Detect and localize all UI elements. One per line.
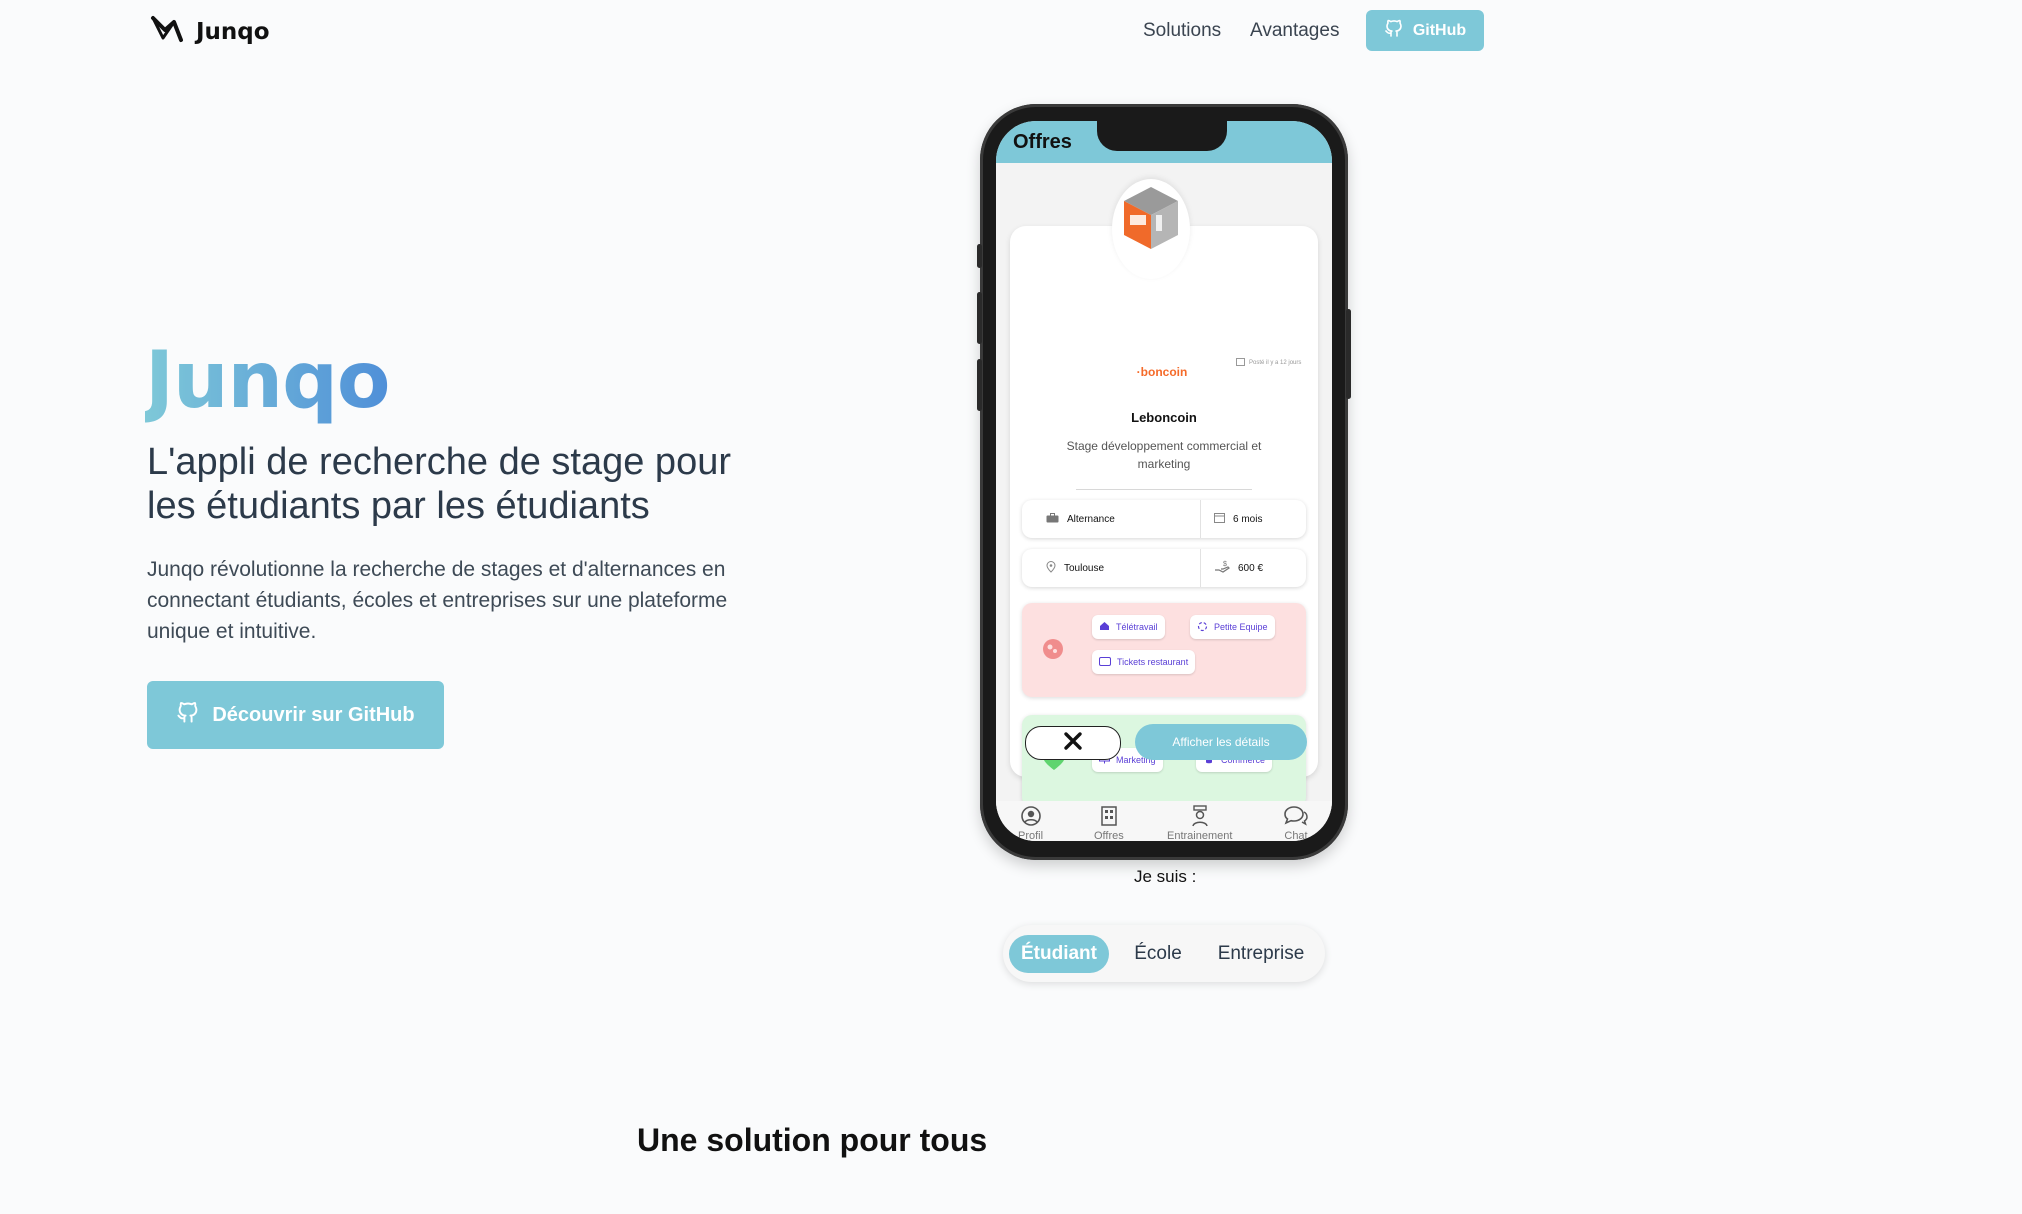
option-etudiant[interactable]: Étudiant <box>1009 935 1109 973</box>
show-details-button[interactable]: Afficher les détails <box>1135 724 1307 760</box>
option-entreprise[interactable]: Entreprise <box>1207 935 1315 973</box>
perk-label: Tickets restaurant <box>1117 657 1189 667</box>
tab-profil[interactable]: Profil <box>1018 805 1043 841</box>
perk-chip: Petite Equipe <box>1190 615 1275 639</box>
discover-github-button[interactable]: Découvrir sur GitHub <box>147 681 444 749</box>
ticket-icon <box>1099 656 1111 668</box>
phone-side-button <box>977 244 982 268</box>
tab-entrainement[interactable]: Entrainement <box>1167 805 1232 841</box>
phone-side-button <box>977 359 982 411</box>
location: Toulouse <box>1064 562 1105 574</box>
phone-side-button <box>1346 309 1351 399</box>
divider <box>1200 549 1201 587</box>
perk-label: Télétravail <box>1116 622 1158 632</box>
perks-box: Télétravail Petite Equipe Tickets restau… <box>1022 603 1306 697</box>
home-icon <box>1099 621 1110 633</box>
job-title: Stage développement commercial et market… <box>1066 439 1262 471</box>
hero-description: Junqo révolutionne la recherche de stage… <box>147 558 728 643</box>
team-icon <box>1197 621 1208 634</box>
calendar-icon <box>1236 357 1245 368</box>
nav-link-solutions[interactable]: Solutions <box>1143 20 1221 42</box>
location-salary-row: Toulouse $ 600 € <box>1022 549 1306 587</box>
phone-screen: Offres ·boncoin Posté il y a 12 jours Le… <box>996 121 1332 841</box>
briefcase-icon <box>1046 512 1059 526</box>
user-type-label: Je suis : <box>1134 867 1197 886</box>
perk-label: Petite Equipe <box>1214 622 1268 632</box>
close-icon <box>1063 731 1083 756</box>
posted-text: Posté il y a 12 jours <box>1249 359 1302 366</box>
salary: 600 € <box>1238 562 1264 574</box>
phone-side-button <box>977 292 982 344</box>
junqo-logo-icon <box>150 14 184 49</box>
bottom-tab-bar: Profil Offres Entrainement Chat <box>996 801 1332 841</box>
github-icon <box>1384 18 1404 43</box>
svg-text:$: $ <box>1223 561 1227 568</box>
top-navbar: Junqo Solutions Avantages GitHub <box>0 0 2022 64</box>
section-title: Une solution pour tous <box>637 1122 988 1158</box>
building-icon <box>1098 805 1120 830</box>
nav-link-avantages[interactable]: Avantages <box>1250 20 1339 42</box>
option-ecole[interactable]: École <box>1123 935 1193 973</box>
logo-wordmark: ·boncoin <box>1136 365 1188 379</box>
calendar-icon <box>1214 512 1225 526</box>
tab-label: Entrainement <box>1167 830 1233 841</box>
chat-bubbles-icon <box>1283 805 1309 830</box>
duration: 6 mois <box>1233 513 1263 525</box>
contract-type: Alternance <box>1067 513 1115 525</box>
posted-date: Posté il y a 12 jours <box>1236 357 1301 368</box>
company-name: Leboncoin <box>1131 410 1197 425</box>
tab-label: Chat <box>1284 830 1308 841</box>
leboncoin-box-icon <box>1124 187 1178 249</box>
salary-hand-icon: $ <box>1214 560 1230 577</box>
phone-mockup: Offres ·boncoin Posté il y a 12 jours Le… <box>977 104 1351 860</box>
github-icon <box>176 700 200 730</box>
reject-button[interactable] <box>1025 726 1121 760</box>
github-nav-button[interactable]: GitHub <box>1366 10 1484 51</box>
divider <box>1076 489 1252 490</box>
hero-title: Junqo <box>145 336 391 426</box>
contract-duration-row: Alternance 6 mois <box>1022 500 1306 538</box>
company-logo <box>1112 179 1190 279</box>
screen-title: Offres <box>1013 131 1072 153</box>
hero-subtitle: L'appli de recherche de stage pour les é… <box>147 441 731 527</box>
trainer-icon <box>1189 805 1211 830</box>
perk-chip: Télétravail <box>1092 615 1165 639</box>
user-type-selector: Étudiant École Entreprise <box>1003 925 1325 982</box>
profile-icon <box>1020 805 1042 830</box>
phone-notch <box>1097 121 1227 151</box>
perk-chip: Tickets restaurant <box>1092 650 1196 674</box>
cta-label: Découvrir sur GitHub <box>212 703 415 726</box>
tab-offres[interactable]: Offres <box>1094 805 1124 841</box>
divider <box>1200 500 1201 538</box>
brain-icon <box>1042 638 1064 665</box>
tab-label: Profil <box>1018 830 1044 841</box>
location-pin-icon <box>1046 560 1056 576</box>
tab-label: Offres <box>1094 830 1124 841</box>
github-nav-label: GitHub <box>1412 21 1467 39</box>
brand[interactable]: Junqo <box>150 14 270 49</box>
tab-chat[interactable]: Chat <box>1283 805 1309 841</box>
brand-name: Junqo <box>196 18 270 45</box>
